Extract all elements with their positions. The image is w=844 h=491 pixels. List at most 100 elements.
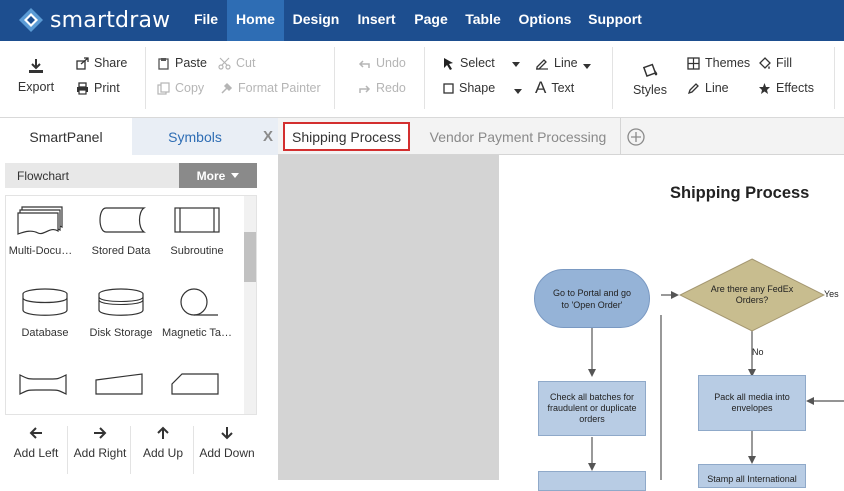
- close-panel-button[interactable]: X: [258, 118, 278, 155]
- redo-label: Redo: [376, 81, 406, 95]
- decision-label: Are there any FedEx Orders?: [710, 284, 794, 305]
- styles-button[interactable]: Styles: [630, 60, 670, 100]
- line-dropdown-caret[interactable]: [583, 64, 591, 69]
- select-dropdown-caret[interactable]: [512, 62, 520, 67]
- yes-label: Yes: [824, 289, 839, 299]
- cut-button[interactable]: Cut: [218, 56, 255, 70]
- download-icon: [29, 59, 43, 73]
- tab-symbols[interactable]: Symbols: [132, 118, 258, 155]
- menu-support[interactable]: Support: [584, 0, 646, 41]
- ribbon-toolbar: [0, 41, 844, 118]
- paste-label: Paste: [175, 56, 207, 70]
- tab-vendor-payment-processing[interactable]: Vendor Payment Processing: [418, 122, 618, 151]
- arrow-right-icon: [94, 427, 107, 439]
- shape-dropdown-caret[interactable]: [514, 89, 522, 94]
- disk-storage-shape-icon: [98, 288, 144, 316]
- node-go-to-portal[interactable]: Go to Portal and go to 'Open Order': [534, 269, 650, 328]
- shape-magnetic-tape[interactable]: Magnetic Ta…: [158, 287, 236, 349]
- shape-disk-storage[interactable]: Disk Storage: [82, 287, 160, 349]
- button-divider: [193, 426, 194, 474]
- stored-data-shape-icon: [99, 207, 146, 233]
- shape-database[interactable]: Database: [6, 287, 84, 349]
- scrollbar-thumb[interactable]: [244, 232, 256, 282]
- card-shape-icon: [171, 373, 219, 395]
- add-up-button[interactable]: Add Up: [132, 426, 194, 474]
- tab-smartpanel[interactable]: SmartPanel: [0, 118, 132, 155]
- effects-label: Effects: [776, 81, 814, 95]
- caret-down-icon: [231, 173, 240, 178]
- menu-file[interactable]: File: [185, 0, 227, 41]
- add-up-label: Add Up: [142, 446, 184, 460]
- node-check-batches[interactable]: Check all batches for fraudulent or dupl…: [538, 381, 646, 436]
- undo-label: Undo: [376, 56, 406, 70]
- shape-label: Shape: [459, 81, 496, 95]
- share-button[interactable]: Share: [76, 56, 127, 70]
- add-left-button[interactable]: Add Left: [5, 426, 67, 474]
- add-right-button[interactable]: Add Right: [69, 426, 131, 474]
- effects-button[interactable]: Effects: [758, 81, 814, 95]
- menu-home[interactable]: Home: [227, 0, 284, 41]
- fill-button[interactable]: Fill: [758, 56, 792, 70]
- select-tool[interactable]: Select: [443, 56, 495, 70]
- copy-icon: [157, 81, 170, 95]
- shape-label: Database: [21, 327, 69, 339]
- menu-design[interactable]: Design: [287, 0, 345, 41]
- add-down-label: Add Down: [199, 446, 255, 460]
- copy-button[interactable]: Copy: [157, 81, 204, 95]
- add-right-label: Add Right: [73, 446, 127, 460]
- text-tool[interactable]: A Text: [535, 78, 574, 97]
- undo-icon: [358, 59, 370, 68]
- format-painter-button[interactable]: Format Painter: [220, 81, 321, 95]
- multi-document-shape-icon: [16, 206, 63, 235]
- cut-label: Cut: [236, 56, 256, 70]
- line-tool[interactable]: Line: [535, 56, 578, 70]
- paint-bucket-icon: [642, 63, 658, 78]
- node-pack-media[interactable]: Pack all media into envelopes: [698, 375, 806, 431]
- text-A-icon: A: [535, 78, 547, 97]
- button-divider: [130, 426, 131, 474]
- format-painter-label: Format Painter: [238, 81, 321, 95]
- tab-shipping-process[interactable]: Shipping Process: [283, 122, 410, 151]
- undo-button[interactable]: Undo: [358, 56, 406, 70]
- shape-multi-document[interactable]: Multi-Docu…: [8, 205, 73, 267]
- node-next-step[interactable]: [538, 471, 646, 491]
- add-tab-button[interactable]: [626, 127, 646, 147]
- shape-card[interactable]: [170, 372, 220, 401]
- pointer-icon: [444, 57, 453, 70]
- app-logo[interactable]: smartdraw: [18, 7, 170, 33]
- database-shape-icon: [22, 288, 68, 316]
- logo-icon: [19, 8, 43, 32]
- node-stamp-international[interactable]: Stamp all International: [698, 464, 806, 488]
- redo-button[interactable]: Redo: [358, 81, 406, 95]
- star-icon: [759, 82, 770, 94]
- add-down-button[interactable]: Add Down: [196, 426, 258, 474]
- themes-grid-icon: [687, 56, 700, 70]
- collate-shape-icon: [19, 374, 67, 395]
- symbol-scrollbar[interactable]: [244, 196, 256, 414]
- menu-insert[interactable]: Insert: [349, 0, 404, 41]
- menu-table[interactable]: Table: [459, 0, 507, 41]
- paste-button[interactable]: Paste: [157, 56, 207, 70]
- logo-text: smartdraw: [50, 7, 171, 33]
- line-style-button[interactable]: Line: [687, 81, 729, 95]
- export-button[interactable]: Export: [14, 58, 58, 98]
- share-icon: [76, 56, 89, 70]
- shape-stored-data[interactable]: Stored Data: [82, 205, 160, 267]
- ribbon-divider: [612, 47, 613, 109]
- ribbon-divider: [424, 47, 425, 109]
- themes-label: Themes: [705, 56, 751, 70]
- menu-options[interactable]: Options: [514, 0, 576, 41]
- shape-tool[interactable]: Shape: [443, 81, 495, 95]
- more-libraries-button[interactable]: More: [179, 163, 257, 188]
- themes-button[interactable]: Themes: [687, 56, 750, 70]
- arrow-up-icon: [157, 426, 169, 439]
- print-button[interactable]: Print: [76, 81, 120, 95]
- shape-manual-operation[interactable]: [94, 372, 144, 401]
- button-divider: [67, 426, 68, 474]
- export-label: Export: [17, 80, 55, 94]
- menu-page[interactable]: Page: [409, 0, 453, 41]
- shape-manual-input[interactable]: [18, 372, 68, 401]
- share-label: Share: [94, 56, 128, 70]
- shape-subroutine[interactable]: Subroutine: [158, 205, 236, 267]
- no-label: No: [752, 347, 764, 357]
